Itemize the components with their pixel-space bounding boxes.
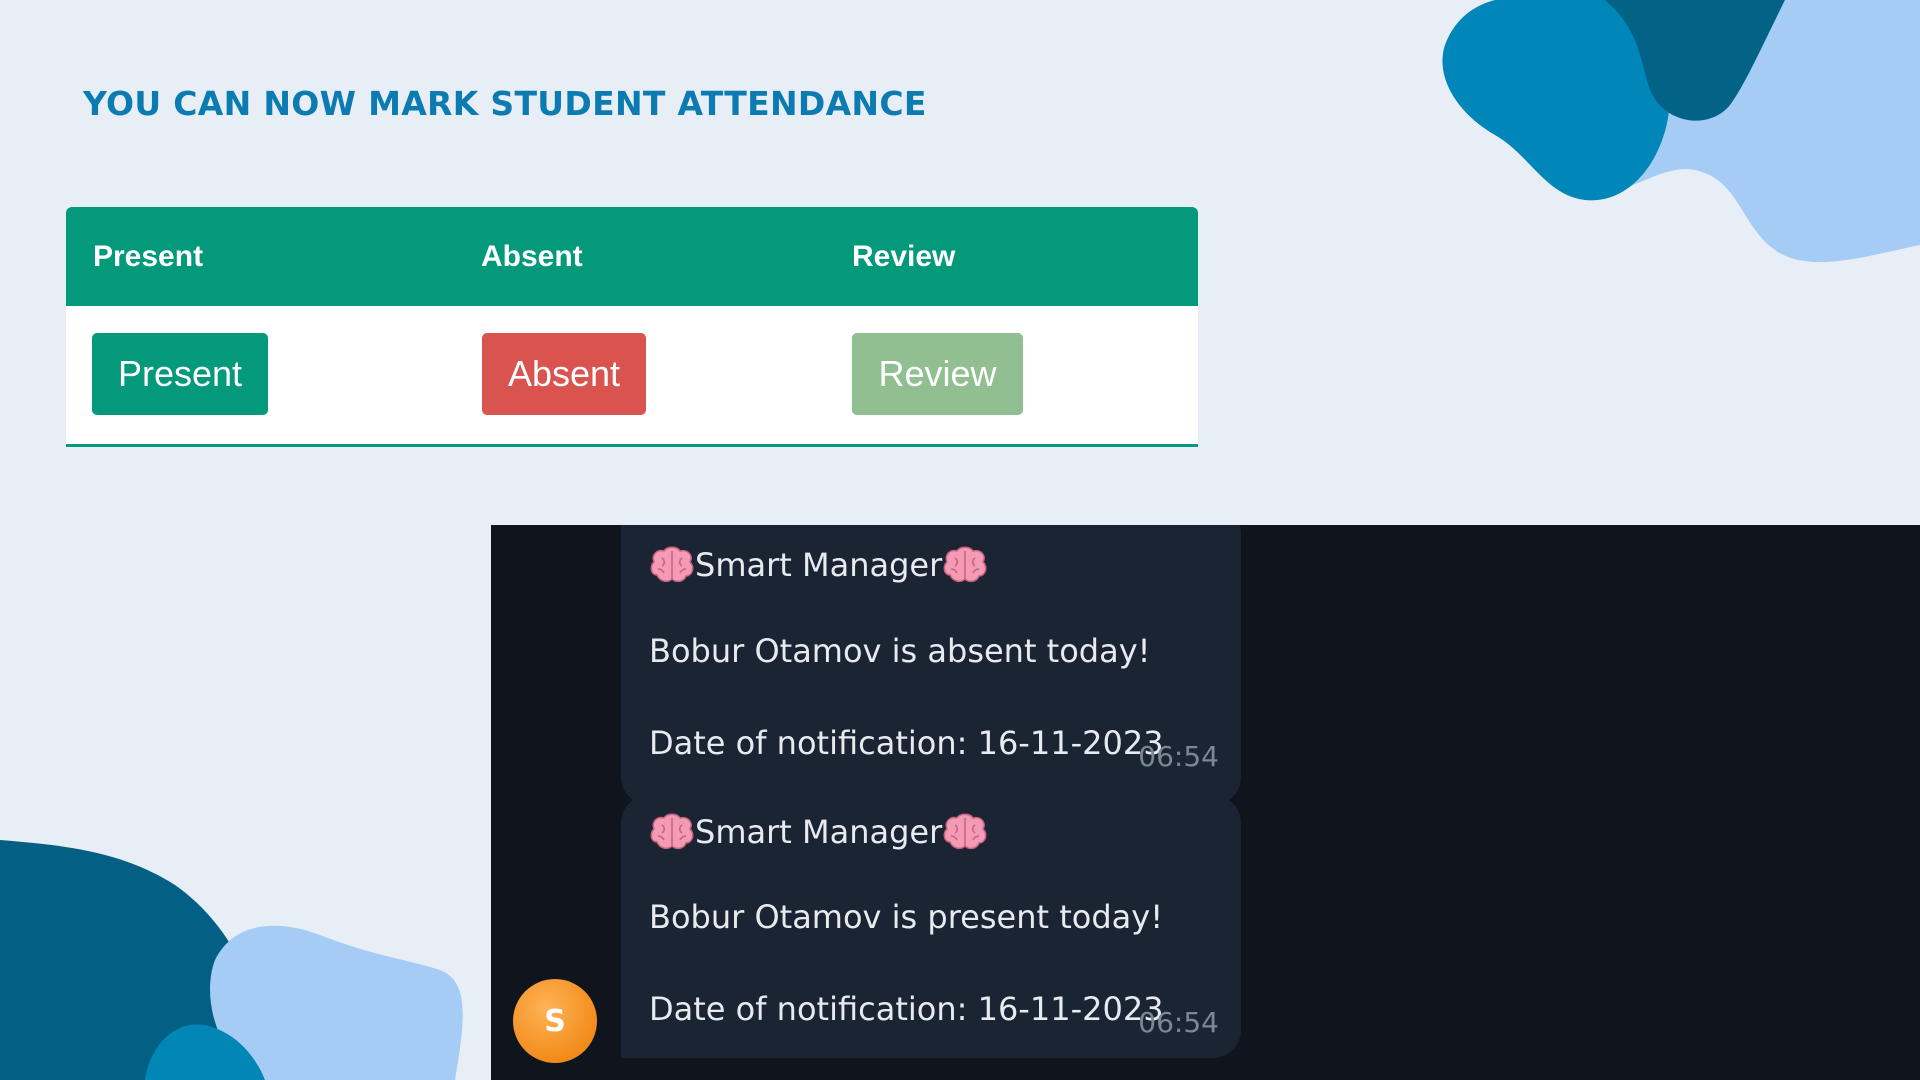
message-sender-name: Smart Manager: [695, 546, 943, 584]
message-sender-name: Smart Manager: [695, 813, 943, 851]
decorative-blob-bottom-left: [0, 840, 463, 1080]
column-header-review: Review: [852, 240, 956, 273]
table-header-row: Present Absent Review: [66, 207, 1198, 306]
brain-icon: [650, 813, 694, 850]
table-row: Present Absent Review: [66, 306, 1198, 441]
message-sender: Smart Manager: [649, 545, 988, 585]
brain-icon: [943, 546, 987, 583]
decorative-blob-top-right: [1442, 0, 1920, 263]
absent-button[interactable]: Absent: [482, 333, 646, 415]
message-date: Date of notification: 16-11-2023: [649, 724, 1164, 762]
brain-icon: [943, 813, 987, 850]
message-date: Date of notification: 16-11-2023: [649, 990, 1164, 1028]
brain-icon: [650, 546, 694, 583]
message-time: 06:54: [1138, 740, 1219, 773]
attendance-table: Present Absent Review Present Absent Rev…: [66, 207, 1198, 447]
message-text: Bobur Otamov is absent today!: [649, 632, 1151, 670]
message-time: 06:54: [1138, 1006, 1219, 1039]
sender-avatar[interactable]: S: [513, 979, 597, 1063]
message-bubble: Smart Manager Bobur Otamov is present to…: [621, 795, 1241, 1058]
column-header-absent: Absent: [481, 240, 583, 273]
present-button[interactable]: Present: [92, 333, 268, 415]
message-text: Bobur Otamov is present today!: [649, 898, 1164, 936]
review-button[interactable]: Review: [852, 333, 1023, 415]
message-sender: Smart Manager: [649, 812, 988, 852]
chat-panel: Smart Manager Bobur Otamov is absent tod…: [491, 525, 1920, 1080]
column-header-present: Present: [93, 240, 204, 273]
page-headline: YOU CAN NOW MARK STUDENT ATTENDANCE: [83, 84, 927, 123]
message-bubble: Smart Manager Bobur Otamov is absent tod…: [621, 525, 1241, 805]
